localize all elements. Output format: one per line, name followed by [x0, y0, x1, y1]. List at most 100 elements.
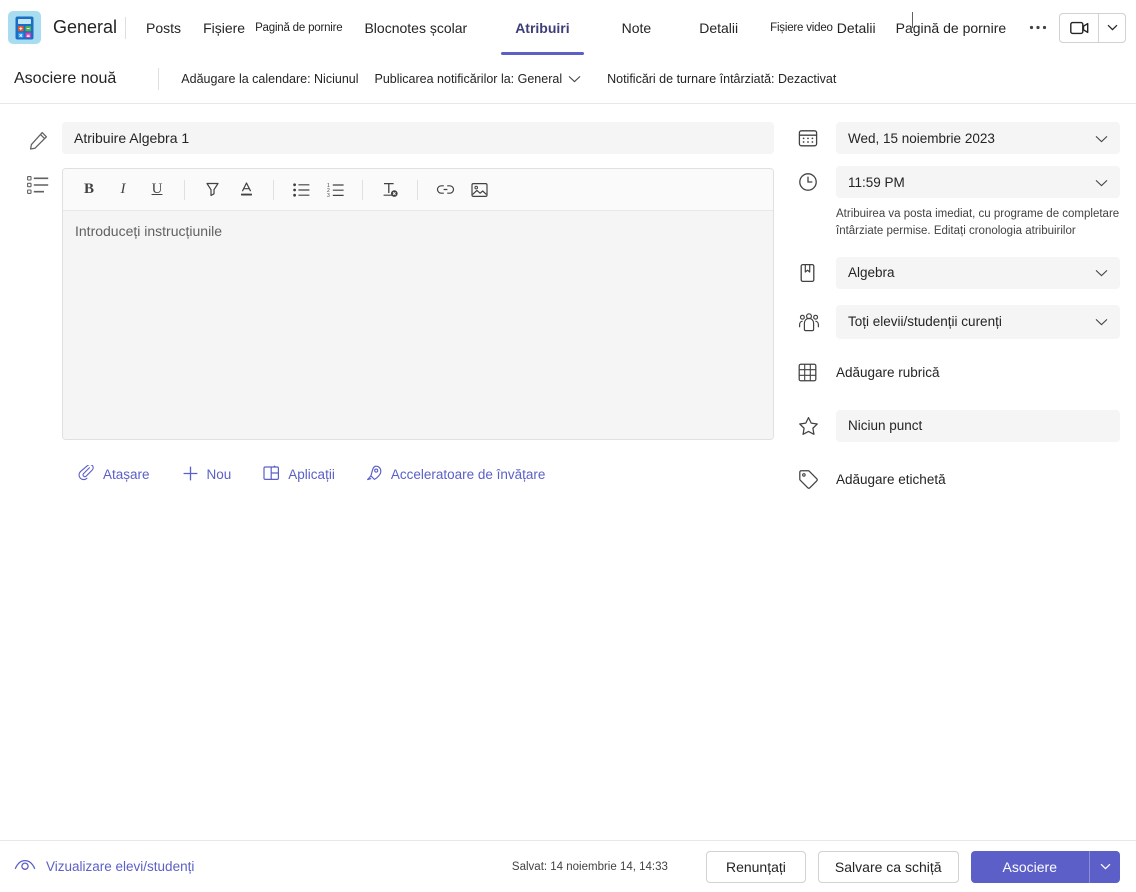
svg-text:3: 3 [327, 192, 330, 196]
apps-button[interactable]: Aplicații [253, 459, 345, 490]
class-value: Algebra [848, 265, 895, 280]
add-rubric-label: Adăugare rubrică [836, 364, 940, 380]
chevron-down-icon [1095, 131, 1108, 146]
plus-icon [182, 465, 199, 485]
assignment-settings-column: Wed, 15 noiembrie 2023 11:59 PM Atribuir… [774, 122, 1120, 505]
tab-detalii-2[interactable]: Detalii [835, 0, 886, 55]
late-turnin-setting[interactable]: Notificări de turnare întârziată: Dezact… [607, 72, 836, 86]
chevron-down-icon [1095, 265, 1108, 280]
save-draft-button[interactable]: Salvare ca schiță [817, 850, 959, 883]
assignment-title-input[interactable]: Atribuire Algebra 1 [62, 122, 774, 154]
clear-formatting-icon[interactable] [374, 175, 406, 205]
tab-pagina-de-pornire-2[interactable]: Pagină de pornire [886, 0, 1017, 55]
tab-label: Posts [146, 19, 182, 36]
learning-accelerators-button[interactable]: Acceleratoare de învățare [355, 458, 556, 491]
preview-students-label: Vizualizare elevi/studenți [46, 859, 195, 874]
toolbar-divider [184, 179, 185, 200]
assign-button[interactable]: Asociere [970, 850, 1089, 883]
due-date-field[interactable]: Wed, 15 noiembrie 2023 [836, 122, 1120, 154]
tab-pagina-de-pornire[interactable]: Pagină de pornire [253, 0, 344, 55]
channel-tabs: Posts Fișiere Pagină de pornire Blocnote… [132, 0, 1019, 55]
tab-detalii[interactable]: Detalii [677, 0, 760, 55]
list-lines-icon [14, 154, 62, 194]
italic-icon[interactable]: I [107, 175, 139, 205]
instructions-row: B I U 1 2 3 Introduceți instrucțiunile A… [14, 154, 774, 491]
attach-label: Atașare [103, 467, 150, 482]
instructions-textarea[interactable]: Introduceți instrucțiunile [63, 211, 773, 439]
title-row: Atribuire Algebra 1 [14, 122, 774, 154]
add-to-calendar-setting[interactable]: Adăugare la calendare: Niciunul [181, 72, 358, 86]
tab-posts[interactable]: Posts [132, 0, 195, 55]
bulleted-list-icon[interactable] [285, 175, 317, 205]
attach-button[interactable]: Atașare [68, 459, 160, 491]
tab-blocnotes-scolar[interactable]: Blocnotes școlar [344, 0, 489, 55]
header-actions [1019, 12, 1126, 43]
students-row: Toți elevii/studenții curenți [792, 304, 1120, 339]
tab-label: Atribuiri [515, 19, 570, 36]
highlight-icon[interactable] [196, 175, 228, 205]
preview-students-button[interactable]: Vizualizare elevi/studenți [14, 857, 194, 876]
tab-label: Note [621, 19, 652, 36]
tab-label: Fișiere video [770, 21, 833, 34]
video-camera-icon[interactable] [1060, 14, 1098, 42]
apps-label: Aplicații [288, 467, 335, 482]
underline-label: U [151, 181, 163, 197]
tab-fisiere-video[interactable]: Fișiere video [760, 0, 835, 55]
header-divider [125, 16, 127, 39]
star-icon [792, 416, 836, 436]
discard-button[interactable]: Renunțați [705, 850, 806, 883]
underline-icon[interactable]: U [141, 175, 173, 205]
students-value: Toți elevii/studenții curenți [848, 314, 1002, 329]
rich-text-editor: B I U 1 2 3 Introduceți instrucțiunile [62, 168, 774, 440]
edit-timeline-link[interactable]: Editați cronologia atribuirilor [934, 225, 1076, 237]
page-title: Asociere nouă [14, 70, 117, 87]
text-caret [912, 12, 913, 28]
toolbar-divider [362, 179, 363, 200]
tab-fisiere[interactable]: Fișiere [195, 0, 253, 55]
post-notifications-setting[interactable]: Publicarea notificărilor la: General [375, 72, 582, 86]
eye-icon [14, 857, 36, 876]
rubric-row[interactable]: Adăugare rubrică [792, 359, 1120, 386]
app-header: General Posts Fișiere Pagină de pornire … [0, 0, 1136, 55]
bold-icon[interactable]: B [73, 175, 105, 205]
chevron-down-icon[interactable] [1099, 14, 1125, 42]
discard-label: Renunțați [725, 858, 786, 875]
chevron-down-icon[interactable] [1090, 850, 1120, 883]
clock-icon [792, 172, 836, 192]
late-turnin-label: Notificări de turnare întârziată: Dezact… [607, 72, 837, 86]
tab-atribuiri[interactable]: Atribuiri [489, 0, 595, 55]
schedule-help-text: Atribuirea va posta imediat, cu programe… [836, 206, 1128, 241]
calculator-icon [8, 11, 41, 44]
assignment-footer: Vizualizare elevi/studenți Salvat: 14 no… [0, 840, 1136, 892]
grid-table-icon [792, 363, 836, 382]
points-value: Niciun punct [848, 418, 923, 433]
toolbar-divider [273, 179, 274, 200]
assign-split-button: Asociere [970, 850, 1120, 883]
tab-label: Detalii [699, 19, 739, 36]
instructions-editor-wrap: B I U 1 2 3 Introduceți instrucțiunile A… [62, 168, 774, 491]
image-icon[interactable] [463, 175, 495, 205]
saved-status: Salvat: 14 noiembrie 14, 14:33 [511, 860, 668, 873]
tab-note[interactable]: Note [596, 0, 678, 55]
due-time-field[interactable]: 11:59 PM [836, 166, 1120, 198]
chevron-down-icon [1095, 175, 1108, 190]
assignment-title-value: Atribuire Algebra 1 [74, 130, 190, 146]
class-field[interactable]: Algebra [836, 256, 1120, 289]
assignment-body: Atribuire Algebra 1 B I U 1 2 3 Introduc… [0, 104, 1136, 505]
font-color-icon[interactable] [230, 175, 262, 205]
more-horizontal-icon[interactable] [1023, 13, 1053, 43]
tag-row[interactable]: Adăugare etichetă [792, 466, 1120, 493]
link-icon[interactable] [429, 175, 461, 205]
tab-label: Pagină de pornire [255, 21, 343, 34]
class-row: Algebra [792, 256, 1120, 289]
assignment-main-column: Atribuire Algebra 1 B I U 1 2 3 Introduc… [14, 122, 774, 505]
due-time-value: 11:59 PM [848, 174, 905, 190]
tag-icon [792, 469, 836, 489]
students-field[interactable]: Toți elevii/studenții curenți [836, 304, 1120, 339]
learning-accelerators-label: Acceleratoare de învățare [390, 467, 546, 482]
points-field[interactable]: Niciun punct [836, 409, 1120, 442]
numbered-list-icon[interactable]: 1 2 3 [319, 175, 351, 205]
points-row: Niciun punct [792, 409, 1120, 442]
assignment-subbar: Asociere nouă Adăugare la calendare: Nic… [0, 55, 1136, 104]
new-button[interactable]: Nou [172, 459, 242, 491]
